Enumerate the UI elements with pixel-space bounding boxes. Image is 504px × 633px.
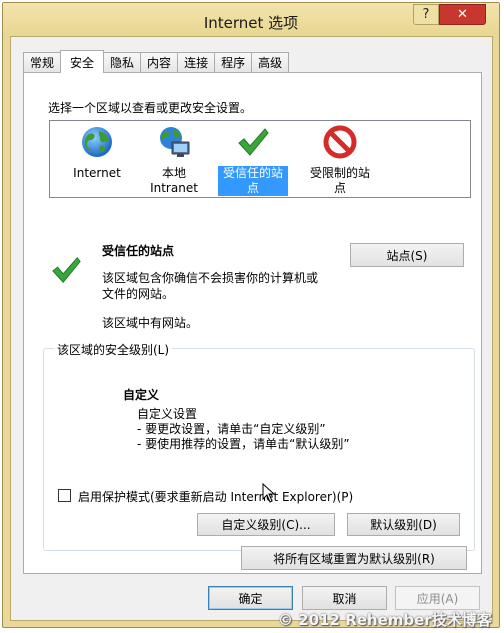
zone-restricted-label-1: 受限制的站 xyxy=(309,166,370,180)
globe-icon xyxy=(82,127,112,157)
zone-trusted-sites[interactable]: 受信任的站点 xyxy=(218,121,288,196)
zone-local-label-2: Intranet xyxy=(150,181,198,195)
title-bar[interactable]: Internet 选项 ? ✕ xyxy=(3,3,499,37)
tab-general[interactable]: 常规 xyxy=(23,52,62,72)
zone-restricted-sites[interactable]: 受限制的站点 xyxy=(305,121,375,196)
security-tab-panel: 选择一个区域以查看或更改安全设置。 Internet 本地 Intranet 受… xyxy=(23,72,482,574)
checkmark-icon xyxy=(238,128,269,156)
security-level-line-3: - 要使用推荐的设置，请单击“默认级别” xyxy=(137,437,350,451)
security-level-group-title: 该区域的安全级别(L) xyxy=(54,341,173,358)
selected-zone-status: 该区域中有网站。 xyxy=(102,316,199,330)
tab-advanced[interactable]: 高级 xyxy=(251,52,290,72)
custom-level-button[interactable]: 自定义级别(C)... xyxy=(197,513,335,536)
zone-list: Internet 本地 Intranet 受信任的站 点 受限制的站 点 xyxy=(49,120,471,198)
watermark: © 2012 Rehember技术博客 xyxy=(278,611,492,629)
selected-zone-desc-2: 文件的网站。 xyxy=(102,287,175,301)
zone-internet[interactable]: Internet xyxy=(62,121,132,181)
restricted-icon xyxy=(323,125,357,159)
apply-button[interactable]: 应用(A) xyxy=(395,586,480,610)
help-button[interactable]: ? xyxy=(413,4,439,25)
protected-mode-checkbox[interactable] xyxy=(58,489,71,502)
zone-trusted-label-1: 受信任的站 xyxy=(222,166,283,180)
trusted-zone-checkmark-icon xyxy=(52,257,81,283)
tab-security[interactable]: 安全 xyxy=(60,50,105,73)
close-button[interactable]: ✕ xyxy=(439,4,486,25)
default-level-button[interactable]: 默认级别(D) xyxy=(347,513,460,536)
zone-trusted-label-2: 点 xyxy=(246,181,259,195)
zone-local-intranet[interactable]: 本地 Intranet xyxy=(139,121,209,196)
reset-all-zones-button[interactable]: 将所有区域重置为默认级别(R) xyxy=(241,546,467,570)
tab-privacy[interactable]: 隐私 xyxy=(103,52,142,72)
tab-connections[interactable]: 连接 xyxy=(177,52,216,72)
cancel-button[interactable]: 取消 xyxy=(302,586,387,610)
tab-content[interactable]: 内容 xyxy=(140,52,179,72)
dialog-client-area: 常规 安全 隐私 内容 连接 程序 高级 选择一个区域以查看或更改安全设置。 I… xyxy=(10,36,493,621)
selected-zone-desc-1: 该区域包含你确信不会损害你的计算机或 xyxy=(102,271,319,285)
internet-options-window: Internet 选项 ? ✕ 常规 安全 隐私 内容 连接 程序 高级 选择一… xyxy=(2,2,500,628)
local-intranet-icon xyxy=(160,127,190,157)
selected-zone-title: 受信任的站点 xyxy=(102,244,175,258)
zone-internet-label: Internet xyxy=(73,166,121,180)
zone-prompt: 选择一个区域以查看或更改安全设置。 xyxy=(48,101,253,115)
protected-mode-label[interactable]: 启用保护模式(要求重新启动 Internet Explorer)(P) xyxy=(78,488,353,505)
zone-restricted-label-2: 点 xyxy=(333,181,346,195)
mouse-cursor-icon xyxy=(262,483,276,503)
security-level-name: 自定义 xyxy=(123,388,160,402)
tab-programs[interactable]: 程序 xyxy=(214,52,253,72)
sites-button[interactable]: 站点(S) xyxy=(350,243,464,267)
tab-strip: 常规 安全 隐私 内容 连接 程序 高级 xyxy=(23,50,290,73)
security-level-group: 该区域的安全级别(L) 自定义 自定义设置 - 要更改设置，请单击“自定义级别”… xyxy=(43,341,475,551)
zone-local-label-1: 本地 xyxy=(161,166,186,180)
ok-button[interactable]: 确定 xyxy=(208,586,293,610)
